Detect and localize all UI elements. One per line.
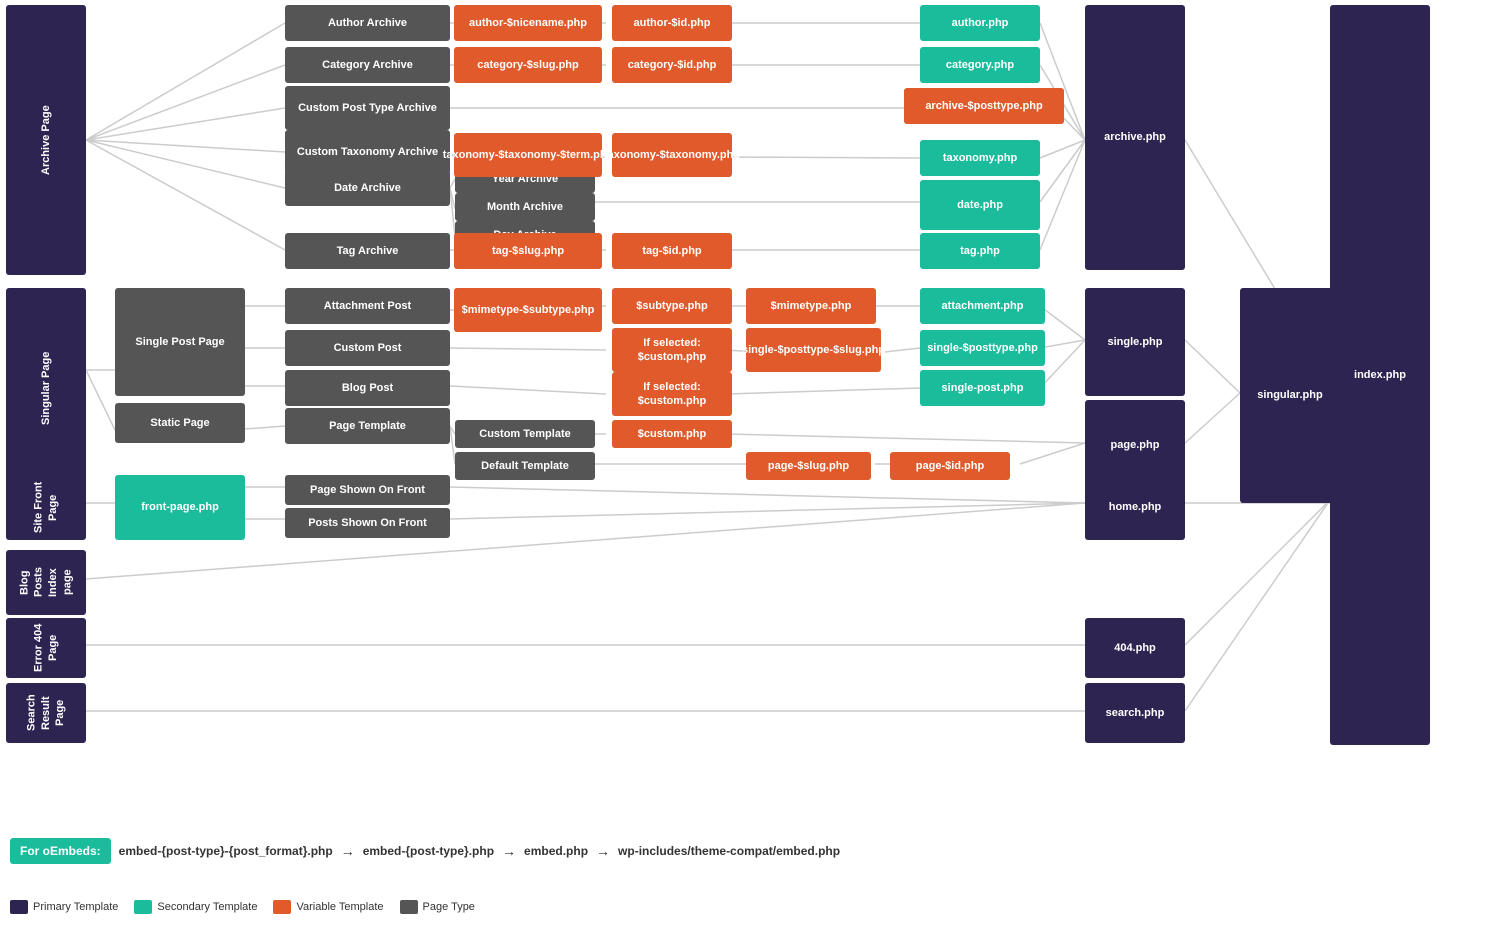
- custom-post: Custom Post: [285, 330, 450, 366]
- date-archive: Date Archive: [285, 170, 450, 206]
- oembed-bar: For oEmbeds: embed-{post-type}-{post_for…: [10, 838, 840, 864]
- page-shown-front: Page Shown On Front: [285, 475, 450, 505]
- page-slug-php: page-$slug.php: [746, 452, 871, 480]
- author-nicename-php: author-$nicename.php: [454, 5, 602, 41]
- singular-page: Singular Page: [6, 288, 86, 488]
- taxonomy-php: taxonomy.php: [920, 140, 1040, 176]
- oembed-arrow-1: →: [341, 843, 355, 859]
- legend: Primary Template Secondary Template Vari…: [10, 900, 475, 914]
- mimetype-subtype-php: $mimetype-$subtype.php: [454, 288, 602, 332]
- legend-variable-box: [273, 900, 291, 914]
- category-id-php: category-$id.php: [612, 47, 732, 83]
- tag-id-php: tag-$id.php: [612, 233, 732, 269]
- legend-primary: Primary Template: [10, 900, 118, 914]
- posts-shown-front: Posts Shown On Front: [285, 508, 450, 538]
- archive-posttype-php: archive-$posttype.php: [904, 88, 1064, 124]
- singular-php: singular.php: [1240, 288, 1340, 503]
- attachment-post: Attachment Post: [285, 288, 450, 324]
- legend-pagetype-label: Page Type: [423, 901, 475, 913]
- default-template: Default Template: [455, 452, 595, 480]
- oembed-label: For oEmbeds:: [10, 838, 111, 864]
- legend-secondary-label: Secondary Template: [157, 901, 257, 913]
- custom-template: Custom Template: [455, 420, 595, 448]
- mimetype-php: $mimetype.php: [746, 288, 876, 324]
- error-404-page: Error 404 Page: [6, 618, 86, 678]
- oembed-file-1: embed-{post-type}-{post_format}.php: [119, 844, 333, 858]
- category-php: category.php: [920, 47, 1040, 83]
- custom-post-archive: Custom Post Type Archive: [285, 86, 450, 130]
- legend-primary-label: Primary Template: [33, 901, 118, 913]
- blog-posts-index: Blog Posts Index page: [6, 550, 86, 615]
- front-page-php: front-page.php: [115, 475, 245, 540]
- oembed-arrow-3: →: [596, 843, 610, 859]
- oembed-arrow-2: →: [502, 843, 516, 859]
- single-post-page: Single Post Page: [115, 288, 245, 396]
- static-page: Static Page: [115, 403, 245, 443]
- legend-secondary-box: [134, 900, 152, 914]
- if-custom-blog-php: If selected: $custom.php: [612, 372, 732, 416]
- tag-php: tag.php: [920, 233, 1040, 269]
- author-id-php: author-$id.php: [612, 5, 732, 41]
- oembed-file-3: embed.php: [524, 844, 588, 858]
- legend-pagetype-box: [400, 900, 418, 914]
- legend-variable: Variable Template: [273, 900, 383, 914]
- tag-slug-php: tag-$slug.php: [454, 233, 602, 269]
- legend-pagetype: Page Type: [400, 900, 475, 914]
- month-archive: Month Archive: [455, 193, 595, 221]
- diagram-container: Archive Page Author Archive Category Arc…: [0, 0, 1500, 934]
- php-404: 404.php: [1085, 618, 1185, 678]
- archive-page: Archive Page: [6, 5, 86, 275]
- author-archive: Author Archive: [285, 5, 450, 41]
- taxonomy-tax-php: taxonomy-$taxonomy.php: [612, 133, 732, 177]
- single-php: single.php: [1085, 288, 1185, 396]
- page-template: Page Template: [285, 408, 450, 444]
- index-php: index.php: [1330, 5, 1430, 745]
- archive-php: archive.php: [1085, 5, 1185, 270]
- custom-tax-archive: Custom Taxonomy Archive: [285, 130, 450, 174]
- category-slug-php: category-$slug.php: [454, 47, 602, 83]
- if-custom-post-php: If selected: $custom.php: [612, 328, 732, 372]
- search-result-page: Search Result Page: [6, 683, 86, 743]
- taxonomy-term-php: taxonomy-$taxonomy-$term.php: [454, 133, 602, 177]
- legend-variable-label: Variable Template: [296, 901, 383, 913]
- legend-secondary: Secondary Template: [134, 900, 257, 914]
- tag-archive: Tag Archive: [285, 233, 450, 269]
- oembed-file-2: embed-{post-type}.php: [363, 844, 494, 858]
- single-post-php: single-post.php: [920, 370, 1045, 406]
- category-archive: Category Archive: [285, 47, 450, 83]
- custom-php: $custom.php: [612, 420, 732, 448]
- oembed-file-4: wp-includes/theme-compat/embed.php: [618, 844, 840, 858]
- legend-primary-box: [10, 900, 28, 914]
- author-php: author.php: [920, 5, 1040, 41]
- search-php: search.php: [1085, 683, 1185, 743]
- date-php: date.php: [920, 180, 1040, 230]
- single-posttype-slug-php: single-$posttype-$slug.php: [746, 328, 881, 372]
- attachment-php: attachment.php: [920, 288, 1045, 324]
- page-id-php: page-$id.php: [890, 452, 1010, 480]
- site-front-page: Site Front Page: [6, 475, 86, 540]
- single-posttype-php: single-$posttype.php: [920, 330, 1045, 366]
- subtype-php: $subtype.php: [612, 288, 732, 324]
- blog-post: Blog Post: [285, 370, 450, 406]
- home-php: home.php: [1085, 475, 1185, 540]
